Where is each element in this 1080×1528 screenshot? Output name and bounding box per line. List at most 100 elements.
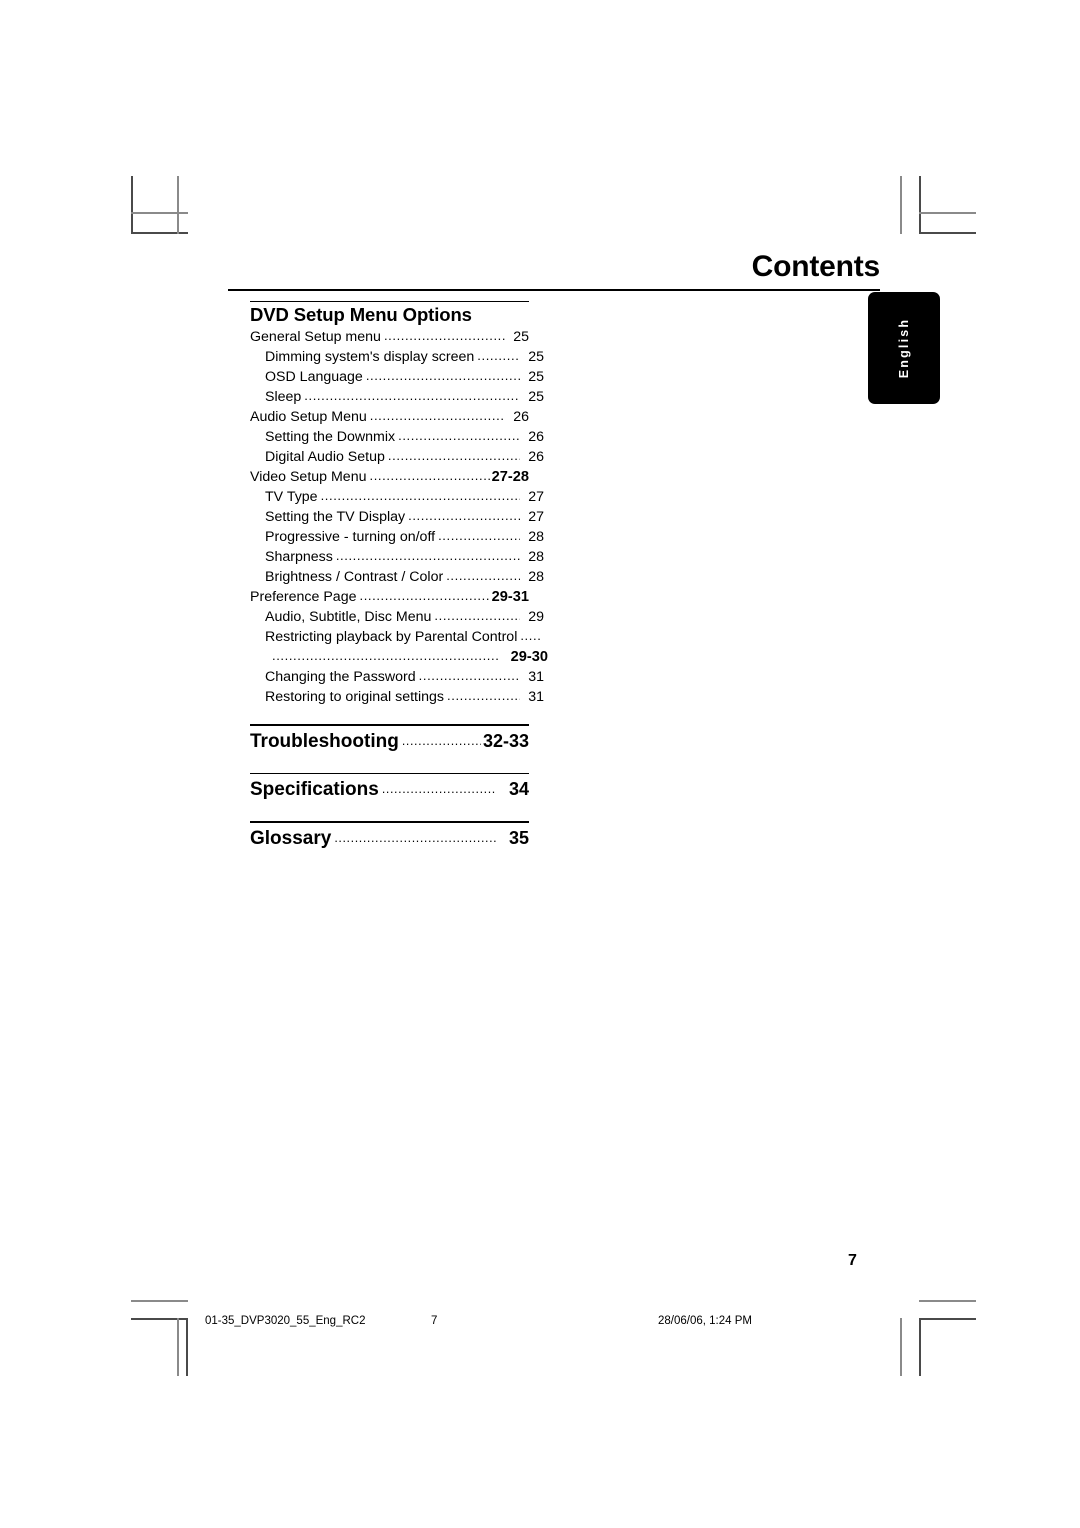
- footer-page-number: 7: [431, 1315, 438, 1327]
- toc-dot-leader: [334, 824, 497, 851]
- toc-entry-page: 27: [528, 509, 544, 526]
- toc-dot-leader: [434, 606, 520, 626]
- toc-entry-label: Changing the Password: [265, 669, 416, 686]
- table-of-contents: DVD Setup Menu Options General Setup men…: [250, 301, 548, 853]
- toc-entry[interactable]: General Setup menu 25: [250, 327, 529, 347]
- toc-entry[interactable]: Preference Page 29-31: [250, 587, 529, 607]
- toc-entry-label: Audio, Subtitle, Disc Menu: [265, 609, 432, 626]
- toc-entry-label: Sharpness: [265, 549, 333, 566]
- toc-entry-page: 29: [528, 609, 544, 626]
- crop-mark-line: [900, 176, 902, 234]
- toc-major-entry-page: 32-33: [482, 730, 529, 751]
- crop-mark-line: [919, 212, 976, 214]
- toc-entry-label: Audio Setup Menu: [250, 409, 367, 426]
- toc-dot-leader: [336, 546, 520, 566]
- toc-major-entry[interactable]: Specifications 34: [250, 772, 529, 805]
- toc-major-entry-page: 35: [508, 827, 529, 848]
- section-heading: DVD Setup Menu Options: [250, 304, 472, 326]
- toc-entry-label: TV Type: [265, 489, 318, 506]
- toc-entry-label: Setting the Downmix: [265, 429, 396, 446]
- toc-entry[interactable]: Audio, Subtitle, Disc Menu 29: [250, 607, 544, 627]
- crop-mark-line: [131, 176, 133, 234]
- toc-entry-page: 31: [528, 689, 544, 706]
- toc-entry-label: Video Setup Menu: [250, 469, 367, 486]
- toc-dot-leader: [321, 486, 520, 506]
- toc-major-entry-label: Troubleshooting: [250, 730, 399, 752]
- toc-entry-page: 25: [513, 329, 529, 346]
- toc-entry-page: 25: [528, 349, 544, 366]
- toc-entry[interactable]: Sleep 25: [250, 387, 544, 407]
- toc-entry-label: Sleep: [265, 389, 302, 406]
- toc-entry-page: 31: [528, 669, 544, 686]
- toc-major-entry[interactable]: Glossary 35: [250, 821, 529, 853]
- toc-entry[interactable]: Setting the Downmix 26: [250, 427, 544, 447]
- toc-major-entry-page: 34: [508, 779, 529, 800]
- language-tab: English: [868, 292, 940, 404]
- toc-entry[interactable]: Changing the Password 31: [250, 667, 544, 687]
- toc-dot-leader: [402, 727, 481, 754]
- toc-entry-label: Restricting playback by Parental Control: [265, 629, 518, 646]
- toc-dot-leader: [384, 326, 505, 346]
- crop-mark-line: [919, 232, 976, 234]
- toc-entry-page: 25: [528, 389, 544, 406]
- toc-dot-leader: [408, 506, 520, 526]
- toc-entry-label: Digital Audio Setup: [265, 449, 385, 466]
- crop-mark-line: [919, 1318, 976, 1320]
- toc-entry[interactable]: TV Type 27: [250, 487, 544, 507]
- toc-dot-leader: [359, 586, 489, 606]
- toc-entry-page: 26: [528, 429, 544, 446]
- crop-mark-line: [131, 232, 188, 234]
- page-title: Contents: [751, 250, 881, 283]
- toc-dot-leader: [304, 386, 520, 406]
- toc-entry-page: 28: [528, 569, 544, 586]
- toc-entry[interactable]: Restricting playback by Parental Control: [250, 627, 544, 647]
- toc-entry-page: 25: [528, 369, 544, 386]
- crop-mark-line: [919, 1318, 921, 1376]
- toc-entry[interactable]: Setting the TV Display 27: [250, 507, 544, 527]
- toc-entry[interactable]: Digital Audio Setup 26: [250, 447, 544, 467]
- toc-entry[interactable]: Restoring to original settings 31: [250, 687, 544, 707]
- toc-entry[interactable]: Dimming system's display screen 25: [250, 347, 544, 367]
- toc-entry-label: General Setup menu: [250, 329, 381, 346]
- toc-entry[interactable]: Brightness / Contrast / Color 28: [250, 567, 544, 587]
- language-tab-label: English: [897, 317, 911, 379]
- footer-timestamp: 28/06/06, 1:24 PM: [658, 1315, 752, 1327]
- crop-mark-line: [177, 1318, 179, 1376]
- toc-dot-leader: [419, 666, 520, 686]
- toc-entry-list: General Setup menu25Dimming system's dis…: [250, 327, 548, 707]
- toc-dot-leader: [272, 646, 500, 666]
- toc-entry-label: Restoring to original settings: [265, 689, 445, 706]
- toc-entry[interactable]: Audio Setup Menu 26: [250, 407, 529, 427]
- toc-entry[interactable]: OSD Language 25: [250, 367, 544, 387]
- toc-entry-page: 26: [513, 409, 529, 426]
- crop-mark-line: [919, 176, 921, 234]
- toc-dot-leader: [382, 775, 497, 802]
- toc-entry-label: Brightness / Contrast / Color: [265, 569, 444, 586]
- toc-entry[interactable]: 29-30: [250, 647, 548, 667]
- toc-dot-leader: [388, 446, 520, 466]
- toc-dot-leader: [520, 626, 541, 646]
- toc-major-entry-label: Glossary: [250, 827, 332, 849]
- toc-dot-leader: [477, 346, 520, 366]
- toc-entry[interactable]: Progressive - turning on/off 28: [250, 527, 544, 547]
- toc-entry[interactable]: Sharpness 28: [250, 547, 544, 567]
- toc-entry-page: 29-31: [491, 589, 529, 606]
- toc-entry[interactable]: Video Setup Menu 27-28: [250, 467, 529, 487]
- toc-major-entry-label: Specifications: [250, 779, 379, 801]
- crop-mark-line: [919, 1300, 976, 1302]
- crop-mark-line: [186, 1318, 188, 1376]
- toc-dot-leader: [398, 426, 520, 446]
- toc-dot-leader: [446, 566, 520, 586]
- toc-entry-page: 29-30: [510, 649, 548, 666]
- crop-mark-line: [131, 212, 188, 214]
- toc-entry-label: Dimming system's display screen: [265, 349, 475, 366]
- page-number: 7: [848, 1252, 857, 1269]
- toc-entry-page: 28: [528, 549, 544, 566]
- crop-mark-line: [900, 1318, 902, 1376]
- toc-dot-leader: [447, 686, 520, 706]
- toc-entry-label: Progressive - turning on/off: [265, 529, 436, 546]
- toc-dot-leader: [369, 466, 489, 486]
- toc-major-entry[interactable]: Troubleshooting 32-33: [250, 724, 529, 756]
- crop-mark-line: [131, 1300, 188, 1302]
- toc-entry-label: Preference Page: [250, 589, 357, 606]
